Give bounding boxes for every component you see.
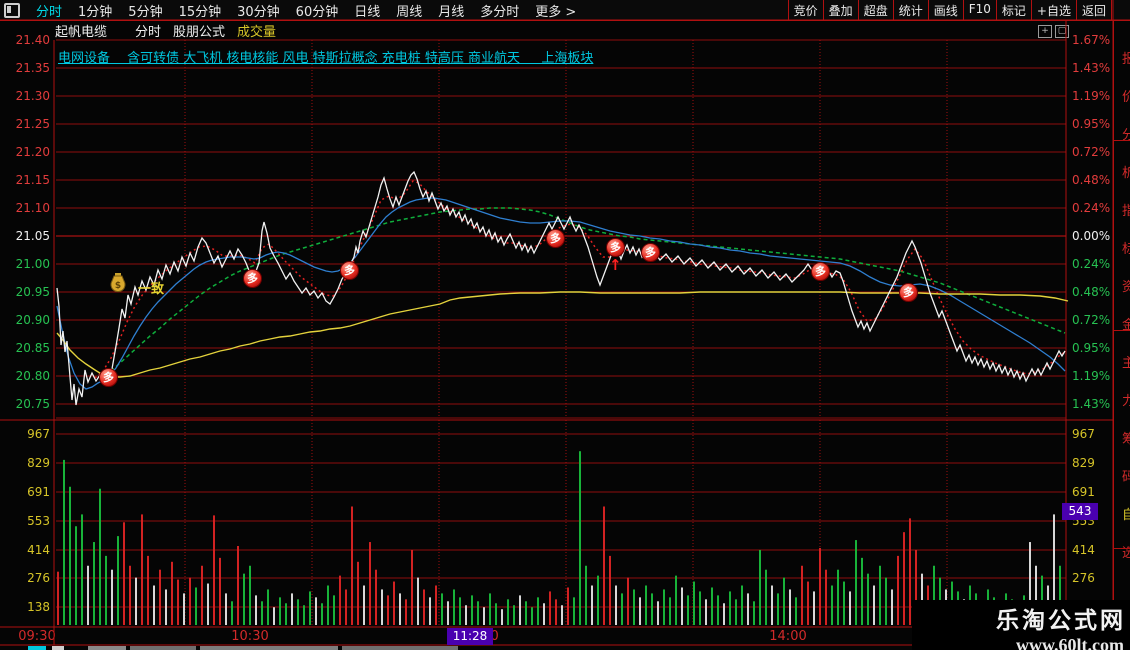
buy-signal-ball: 多: [99, 368, 118, 387]
buy-signal-ball: 多: [899, 283, 918, 302]
svg-text:$: $: [115, 281, 121, 291]
buy-signal-ball: 多: [243, 269, 262, 288]
intraday-chart[interactable]: [0, 0, 1130, 650]
moneybag-icon: $: [110, 273, 126, 293]
statusbar-fragment: [200, 646, 338, 650]
buy-signal-ball: 多: [606, 238, 625, 257]
watermark: 乐淘公式网 www.60lt.com: [912, 600, 1130, 650]
right-strip-item[interactable]: 资: [1122, 276, 1130, 295]
right-strip-divider: [1114, 548, 1130, 549]
crosshair-volume-badge: 543: [1062, 503, 1098, 520]
buy-signal-ball: 多: [546, 229, 565, 248]
signal-text: 一致: [138, 282, 165, 297]
right-strip-divider: [1114, 140, 1130, 141]
right-strip-item[interactable]: 指: [1122, 200, 1130, 219]
right-strip-divider: [1114, 330, 1130, 331]
right-strip-item[interactable]: 标: [1122, 238, 1130, 257]
buy-signal-ball: 多: [811, 262, 830, 281]
right-strip-item[interactable]: 自: [1122, 504, 1130, 523]
right-strip-item[interactable]: 主: [1122, 352, 1130, 371]
right-strip-item[interactable]: 码: [1122, 466, 1130, 485]
buy-signal-ball: 多: [641, 243, 660, 262]
right-strip-item[interactable]: 报: [1122, 48, 1130, 67]
statusbar-fragment: [28, 646, 46, 650]
right-strip-item[interactable]: 价: [1122, 86, 1130, 105]
crosshair-time-badge: 11:28: [447, 628, 493, 645]
buy-signal-ball: 多: [340, 261, 359, 280]
trading-app-window: 分时 1分钟 5分钟 15分钟 30分钟 60分钟 日线 周线 月线 多分时 更多 > 竞价 叠加 超盘…: [0, 0, 1130, 650]
watermark-site-name: 乐淘公式网: [996, 608, 1126, 634]
right-strip-item[interactable]: 选: [1122, 542, 1130, 561]
statusbar-fragment: [52, 646, 64, 650]
right-strip-item[interactable]: 筹: [1122, 428, 1130, 447]
statusbar-fragment: [130, 646, 196, 650]
up-arrow-marker: ↑: [609, 256, 622, 274]
statusbar-fragment: [88, 646, 126, 650]
right-strip-item[interactable]: 析: [1122, 162, 1130, 181]
statusbar-fragment: [342, 646, 458, 650]
right-sidebar-strip[interactable]: 报价分析指标资金主力筹码自选: [1113, 20, 1130, 600]
sector-links[interactable]: 电网设备 含可转债 大飞机 核电核能 风电 特斯拉概念 充电桩 特高压 商业航天…: [58, 47, 593, 66]
watermark-url: www.60lt.com: [1016, 635, 1124, 650]
right-strip-item[interactable]: 力: [1122, 390, 1130, 409]
